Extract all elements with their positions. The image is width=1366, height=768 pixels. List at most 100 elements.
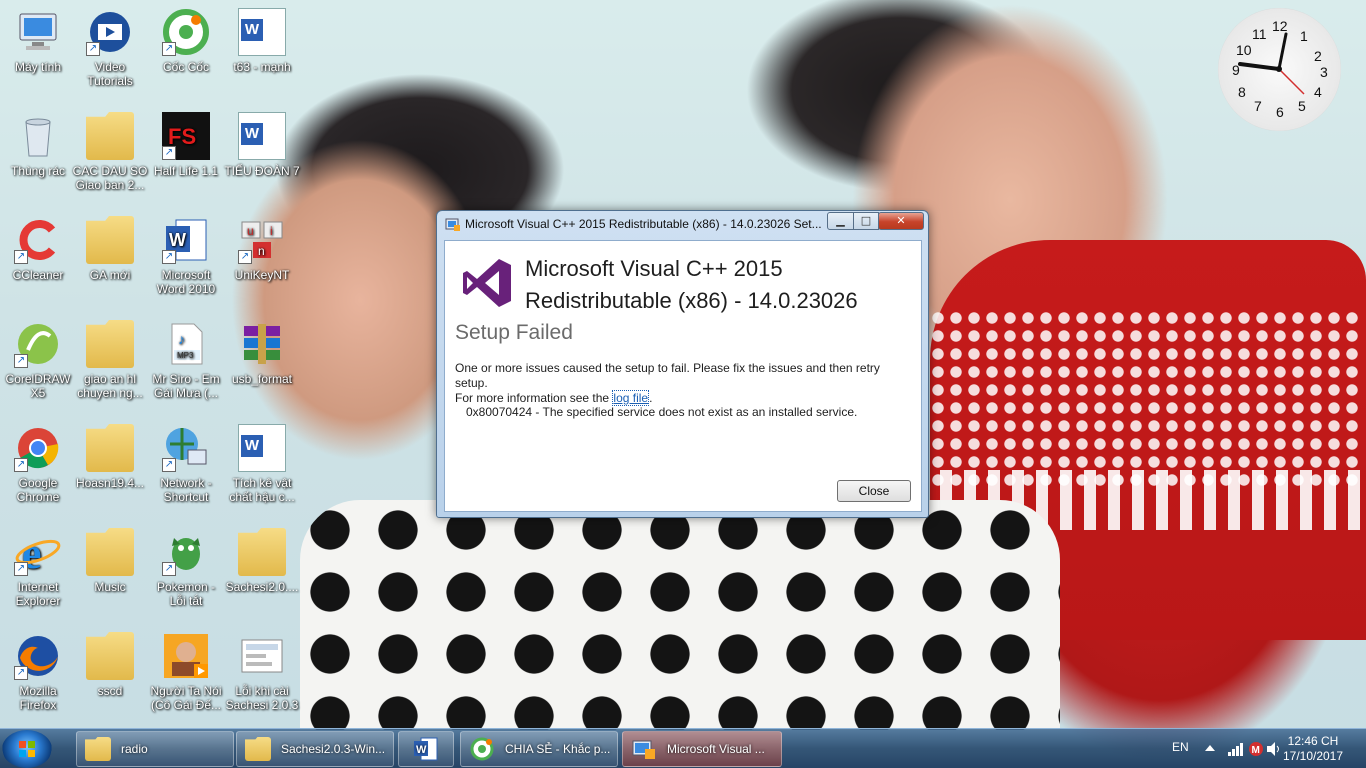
dialog-title: Microsoft Visual C++ 2015 Redistributabl… xyxy=(465,217,822,231)
desktop-icon-ie[interactable]: e ↗ Internet Explorer xyxy=(0,528,76,608)
desktop-icon-cac-dau-so[interactable]: CAC DAU SO Giao ban 2... xyxy=(72,112,148,192)
desktop-icon-nguoi-ta-noi[interactable]: Người Ta Nói (Cô Gái Đế... xyxy=(148,632,224,712)
desktop-icon-label: Cốc Cốc xyxy=(162,60,209,74)
coreldraw-icon: ↗ xyxy=(14,320,62,368)
product-title: Microsoft Visual C++ 2015 Redistributabl… xyxy=(525,253,915,317)
desktop-icon-label: Máy tính xyxy=(14,60,62,74)
desktop-icon-label: Network - Shortcut xyxy=(160,476,212,504)
desktop-icon-sscd[interactable]: sscd xyxy=(72,632,148,698)
show-hidden-icons-button[interactable] xyxy=(1204,741,1216,768)
folder-icon xyxy=(86,424,134,472)
desktop-icon-label: Mozilla Firefox xyxy=(19,684,57,712)
minimize-button[interactable]: ▁ xyxy=(827,212,854,230)
taskbar: radio Sachesi2.0.3-Win... W CHIA SẺ - Kh… xyxy=(0,728,1366,768)
installer-icon xyxy=(631,737,657,761)
word-doc-icon xyxy=(238,424,286,472)
desktop-icon-word-2010[interactable]: W ↗ Microsoft Word 2010 xyxy=(148,216,224,296)
product-title-line-2: Redistributable (x86) - 14.0.23026 xyxy=(525,288,858,313)
close-button[interactable]: Close xyxy=(837,480,911,502)
coccoc-icon xyxy=(469,737,495,761)
desktop-icon-coreldraw[interactable]: ↗ CorelDRAW X5 xyxy=(0,320,76,400)
word-icon: W xyxy=(413,737,439,761)
folder-icon xyxy=(238,528,286,576)
folder-icon xyxy=(245,737,271,761)
desktop-icon-sachesi[interactable]: Sachesi2.0.... xyxy=(224,528,300,594)
svg-text:W: W xyxy=(169,230,186,250)
network-signal-icon[interactable] xyxy=(1228,742,1244,768)
taskbar-item-label: Sachesi2.0.3-Win... xyxy=(281,742,386,756)
coccoc-icon: ↗ xyxy=(162,8,210,56)
desktop-icon-mr-siro[interactable]: ♪ MP3 Mr Siro - Em Gái Mưa (... xyxy=(148,320,224,400)
desktop-icon-t63[interactable]: t63 - mạnh xyxy=(224,8,300,74)
folder-icon xyxy=(85,737,111,761)
network-icon: ↗ xyxy=(162,424,210,472)
desktop-icon-network[interactable]: ↗ Network - Shortcut xyxy=(148,424,224,504)
failure-message-line-1: One or more issues caused the setup to f… xyxy=(455,361,880,390)
desktop-icon-pokemon[interactable]: ↗ Pokemon - Lỗi tắt xyxy=(148,528,224,608)
ccleaner-icon: ↗ xyxy=(14,216,62,264)
maximize-button[interactable]: □ xyxy=(853,212,879,230)
desktop-icon-hoasn[interactable]: Hoasn19.4... xyxy=(72,424,148,490)
clock-gadget[interactable]: 12 1 2 3 4 5 6 7 8 9 10 11 xyxy=(1218,8,1341,131)
recycle-bin-icon xyxy=(14,112,62,160)
desktop-icon-computer[interactable]: Máy tính xyxy=(0,8,76,74)
taskbar-item-coccoc[interactable]: CHIA SẺ - Khắc p... xyxy=(460,731,618,767)
taskbar-item-word[interactable]: W xyxy=(398,731,454,767)
firefox-icon: ↗ xyxy=(14,632,62,680)
word-icon: W ↗ xyxy=(162,216,210,264)
desktop-icon-half-life[interactable]: FS ↗ Half Life 1.1 xyxy=(148,112,224,178)
desktop-icon-giao-an[interactable]: giao an hl chuyen ng... xyxy=(72,320,148,400)
desktop-icon-label: Internet Explorer xyxy=(15,580,61,608)
desktop-icon-ga-moi[interactable]: GA mới xyxy=(72,216,148,282)
desktop-icon-ccleaner[interactable]: ↗ CCleaner xyxy=(0,216,76,282)
desktop-icon-label: Microsoft Word 2010 xyxy=(156,268,216,296)
folder-icon xyxy=(86,216,134,264)
desktop-icon-recycle-bin[interactable]: Thùng rác xyxy=(0,112,76,178)
desktop-icon-music[interactable]: Music xyxy=(72,528,148,594)
title-close-button[interactable]: ✕ xyxy=(878,212,924,230)
taskbar-item-label: CHIA SẺ - Khắc p... xyxy=(505,742,611,756)
dialog-titlebar[interactable]: Microsoft Visual C++ 2015 Redistributabl… xyxy=(437,211,928,237)
log-file-link[interactable]: log file xyxy=(612,390,650,406)
desktop-icon-label: usb_format xyxy=(231,372,293,386)
desktop-icon-video-tutorials[interactable]: ↗ Video Tutorials xyxy=(72,8,148,88)
ie-icon: e ↗ xyxy=(14,528,62,578)
desktop-icon-coccoc[interactable]: ↗ Cốc Cốc xyxy=(148,8,224,74)
desktop-icon-label: t63 - mạnh xyxy=(233,60,291,74)
taskbar-item-sachesi[interactable]: Sachesi2.0.3-Win... xyxy=(236,731,394,767)
desktop-icon-firefox[interactable]: ↗ Mozilla Firefox xyxy=(0,632,76,712)
desktop-icon-unikey[interactable]: u i n ↗ UniKeyNT xyxy=(224,216,300,282)
desktop-icon-label: Sachesi2.0.... xyxy=(225,580,299,594)
installer-icon xyxy=(445,216,461,232)
desktop-icon-tieu-doan-7[interactable]: TIỂU ĐOÀN 7 xyxy=(224,112,300,178)
start-button[interactable] xyxy=(2,730,52,768)
product-title-line-1: Microsoft Visual C++ 2015 xyxy=(525,256,783,281)
desktop-icon-tich-ke[interactable]: Tích kê vật chất hậu c... xyxy=(224,424,300,504)
desktop-icon-loi-khi-cai[interactable]: Lỗi khi cài Sachesi 2.0.3 xyxy=(224,632,300,712)
desktop-icon-chrome[interactable]: ↗ Google Chrome xyxy=(0,424,76,504)
desktop-icon-label: sscd xyxy=(97,684,123,698)
desktop-icon-label: giao an hl chuyen ng... xyxy=(77,372,143,400)
dialog-content: Microsoft Visual C++ 2015 Redistributabl… xyxy=(444,240,922,512)
desktop-icon-label: UniKeyNT xyxy=(234,268,290,282)
desktop-icon-label: Lỗi khi cài Sachesi 2.0.3 xyxy=(225,684,299,712)
desktop-icon-label: Google Chrome xyxy=(16,476,60,504)
taskbar-item-radio[interactable]: radio xyxy=(76,731,234,767)
taskbar-time: 12:46 CH xyxy=(1287,734,1339,748)
desktop-icon-label: CCleaner xyxy=(12,268,64,282)
taskbar-date: 17/10/2017 xyxy=(1282,749,1344,763)
taskbar-item-visual-cpp-setup[interactable]: Microsoft Visual ... xyxy=(622,731,782,767)
media-icon xyxy=(162,632,210,680)
clock-hands xyxy=(1238,32,1305,95)
failure-message-suffix: . xyxy=(649,391,653,405)
word-doc-icon xyxy=(238,112,286,160)
desktop-icon-label: GA mới xyxy=(89,268,131,282)
language-indicator[interactable]: EN xyxy=(1172,740,1189,768)
desktop-icon-label: Pokemon - Lỗi tắt xyxy=(156,580,216,608)
background-photo-lace xyxy=(930,310,1360,490)
mega-icon[interactable]: M xyxy=(1248,741,1264,768)
taskbar-item-label: radio xyxy=(121,742,148,756)
desktop-icon-label: CorelDRAW X5 xyxy=(5,372,71,400)
taskbar-clock[interactable]: 12:46 CH 17/10/2017 xyxy=(1278,734,1348,764)
desktop-icon-usb-format[interactable]: usb_format xyxy=(224,320,300,386)
